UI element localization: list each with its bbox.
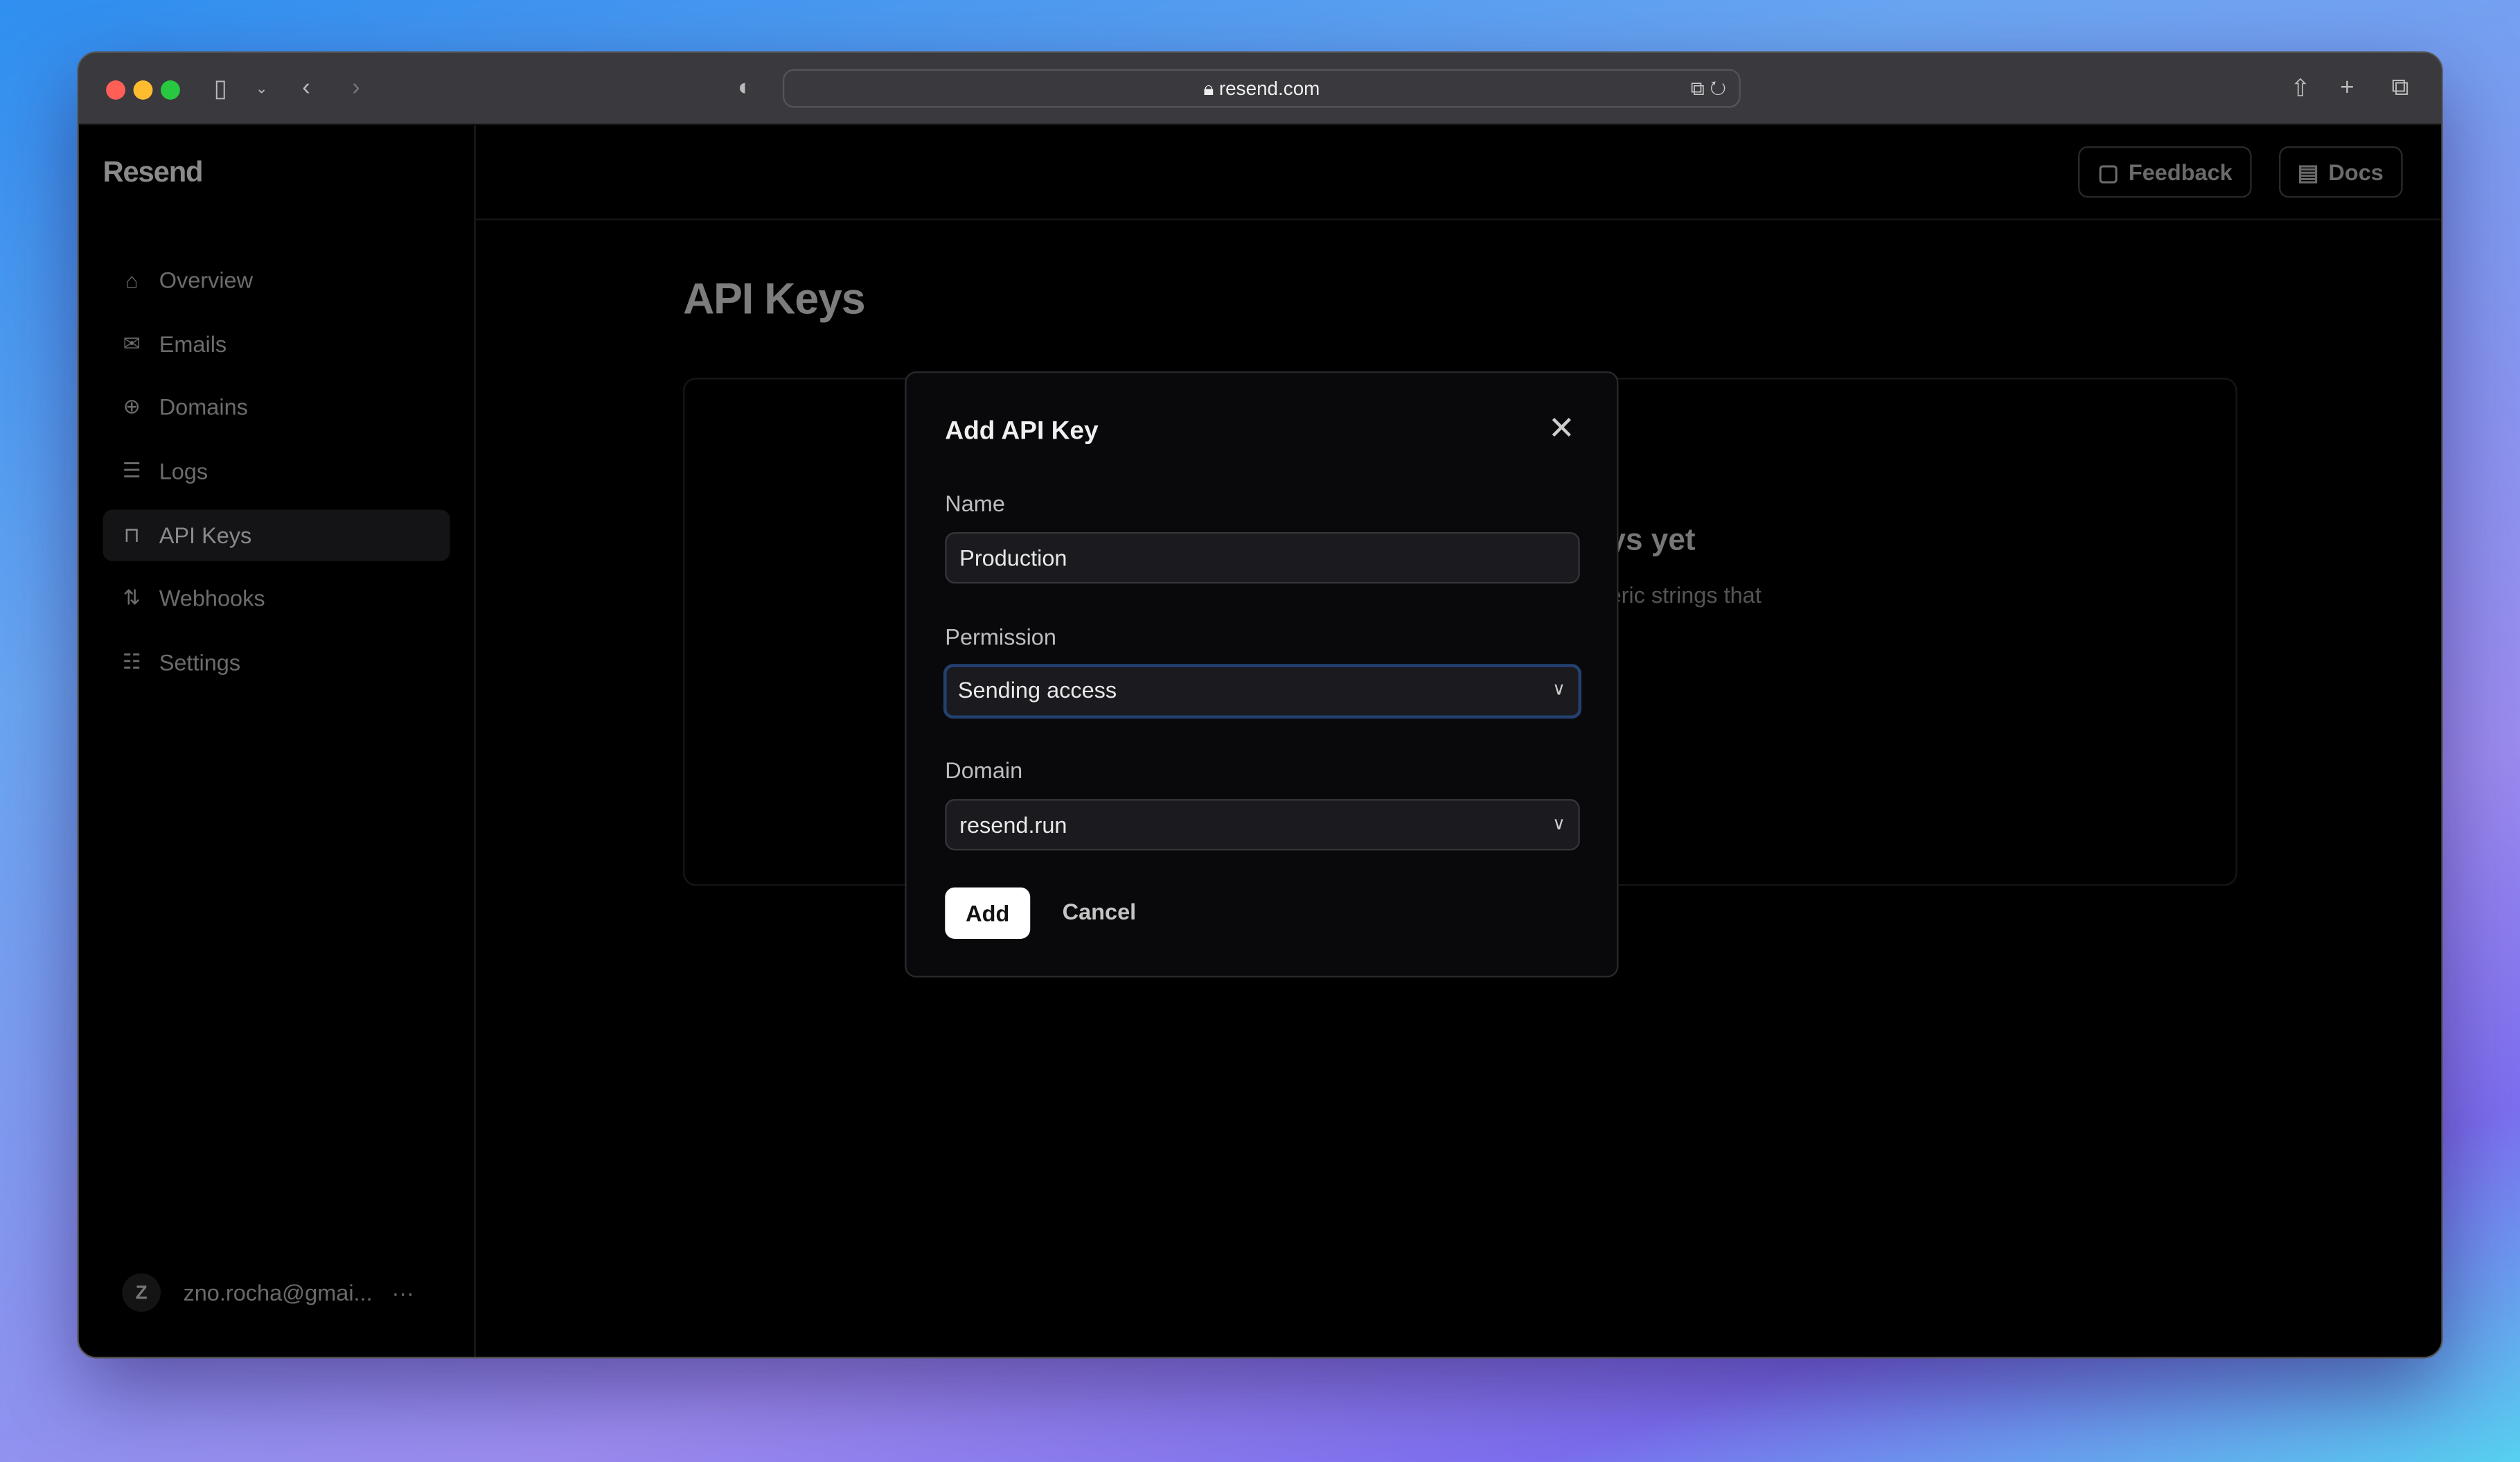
document-icon: ▤ — [2297, 158, 2319, 184]
avatar: Z — [122, 1273, 161, 1312]
zoom-window-button[interactable] — [161, 80, 180, 100]
lock-icon: ⊓ — [123, 522, 141, 547]
sidebar-item-label: Webhooks — [159, 585, 265, 612]
chevron-down-icon: ∨ — [1552, 815, 1565, 835]
close-icon[interactable]: ✕ — [1548, 413, 1575, 445]
docs-label: Docs — [2328, 159, 2384, 185]
cancel-button[interactable]: Cancel — [1063, 899, 1137, 924]
domain-select[interactable]: resend.run ∨ — [945, 799, 1580, 851]
sidebar-item-label: API Keys — [159, 522, 252, 548]
minimize-window-button[interactable] — [133, 80, 153, 100]
sidebar-item-api-keys[interactable]: ⊓ API Keys — [103, 509, 450, 561]
empty-state-text: eric strings that — [1608, 581, 1762, 608]
sidebar-item-overview[interactable]: ⌂ Overview — [103, 254, 450, 306]
permission-label: Permission — [945, 624, 1056, 650]
logs-icon: ☰ — [122, 458, 141, 483]
add-api-key-dialog: Add API Key ✕ Name Production Permission… — [905, 371, 1619, 978]
browser-window: ▯ ⌄ ‹ › ◐ 🔒︎ resend.com ⧉ ↻ ⇧ + ⧉ Resend … — [77, 51, 2443, 1359]
user-menu[interactable]: Z zno.rocha@gmai... ··· — [122, 1273, 414, 1312]
empty-state-title: ys yet — [1608, 524, 1696, 558]
more-icon[interactable]: ··· — [391, 1280, 414, 1305]
new-tab-icon[interactable]: + — [2340, 74, 2354, 101]
share-icon[interactable]: ⇧ — [2290, 74, 2310, 103]
sidebar-item-label: Settings — [159, 649, 241, 676]
address-bar[interactable]: 🔒︎ resend.com ⧉ ↻ — [782, 69, 1741, 108]
domain-label: Domain — [945, 757, 1023, 783]
forward-icon[interactable]: › — [352, 74, 360, 101]
sliders-icon: ☷ — [122, 649, 141, 674]
sidebar-item-emails[interactable]: ✉ Emails — [103, 318, 450, 369]
logo: Resend — [103, 156, 203, 188]
sidebar-item-label: Emails — [159, 331, 227, 357]
mail-icon: ✉ — [123, 331, 141, 355]
url-text: resend.com — [1218, 77, 1320, 100]
chevron-down-icon[interactable]: ⌄ — [256, 80, 268, 98]
domain-value: resend.run — [959, 811, 1067, 838]
dialog-title: Add API Key — [945, 418, 1099, 446]
name-label: Name — [945, 490, 1005, 516]
translate-icon[interactable]: ⧉ — [1691, 77, 1705, 99]
lock-icon: 🔒︎ — [1203, 77, 1214, 100]
feedback-button[interactable]: ▢ Feedback — [2078, 146, 2252, 198]
feedback-label: Feedback — [2128, 159, 2233, 185]
chat-icon: ▢ — [2097, 158, 2119, 184]
page-title: API Keys — [683, 274, 865, 324]
name-input[interactable]: Production — [945, 531, 1580, 584]
add-button[interactable]: Add — [945, 887, 1031, 939]
tabs-overview-icon[interactable]: ⧉ — [2391, 74, 2408, 101]
sidebar-item-domains[interactable]: ⊕ Domains — [103, 382, 450, 433]
top-header: ▢ Feedback ▤ Docs — [475, 125, 2442, 220]
sidebar-item-label: Overview — [159, 267, 254, 293]
sidebar-toggle-icon[interactable]: ▯ — [214, 74, 227, 103]
reload-icon[interactable]: ↻ — [1710, 77, 1725, 99]
sidebar: Resend ⌂ Overview ✉ Emails ⊕ Domains ☰ Logs … — [79, 125, 476, 1357]
webhook-icon: ⇅ — [123, 585, 141, 610]
home-icon: ⌂ — [125, 267, 139, 292]
permission-value: Sending access — [957, 676, 1117, 703]
sidebar-item-settings[interactable]: ☷ Settings — [103, 637, 450, 688]
globe-icon: ⊕ — [123, 394, 141, 419]
sidebar-item-webhooks[interactable]: ⇅ Webhooks — [103, 573, 450, 624]
user-email: zno.rocha@gmai... — [183, 1279, 373, 1306]
sidebar-item-logs[interactable]: ☰ Logs — [103, 446, 450, 497]
sidebar-item-label: Logs — [159, 458, 208, 484]
close-window-button[interactable] — [106, 80, 125, 100]
chevron-down-icon: ∨ — [1552, 680, 1565, 700]
docs-button[interactable]: ▤ Docs — [2278, 146, 2403, 198]
browser-toolbar: ▯ ⌄ ‹ › ◐ 🔒︎ resend.com ⧉ ↻ ⇧ + ⧉ — [78, 53, 2442, 125]
shield-icon[interactable]: ◐ — [738, 74, 752, 101]
sidebar-nav: ⌂ Overview ✉ Emails ⊕ Domains ☰ Logs ⊓ API Ke… — [103, 254, 450, 701]
permission-select[interactable]: Sending access ∨ — [943, 664, 1582, 719]
back-icon[interactable]: ‹ — [302, 74, 310, 101]
sidebar-item-label: Domains — [159, 394, 248, 421]
